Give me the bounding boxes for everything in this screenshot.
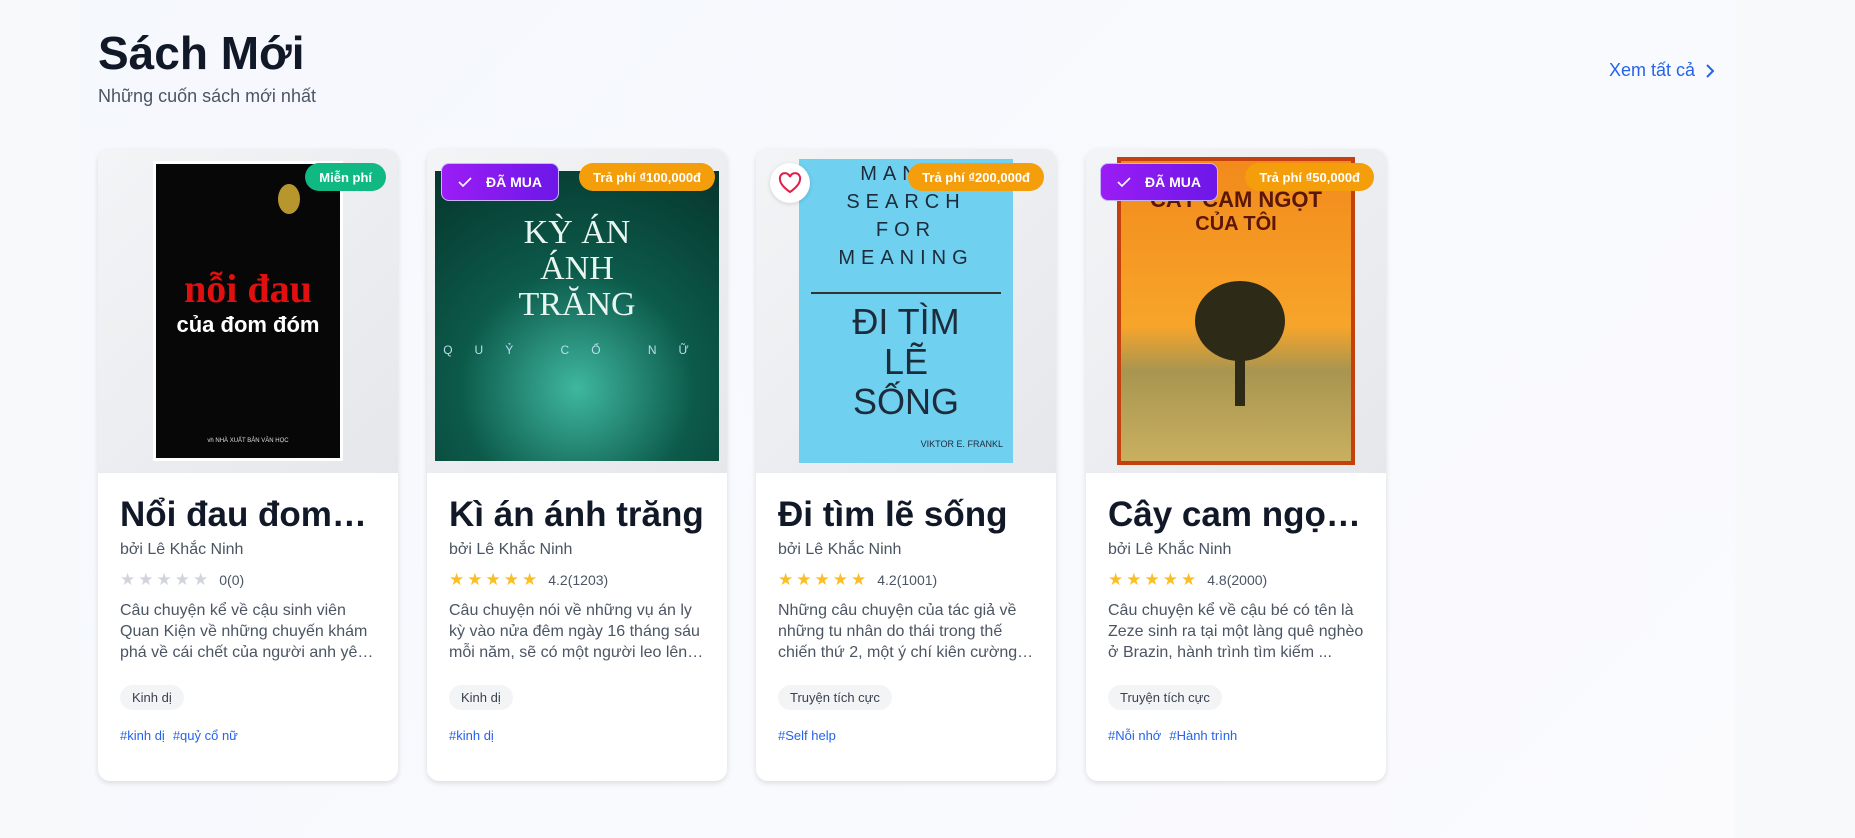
genre-chip[interactable]: Kinh dị xyxy=(120,685,184,710)
genre-chip[interactable]: Truyện tích cực xyxy=(1108,685,1222,710)
rating: ★ ★ ★ ★ ★ 0(0) xyxy=(120,571,376,588)
star-icon: ★ xyxy=(778,570,794,589)
cover-author: VIKTOR E. FRANKL xyxy=(920,439,1003,449)
check-icon xyxy=(1117,177,1131,188)
star-icon: ★ xyxy=(156,570,172,589)
book-card[interactable]: KỲ ÁN ÁNH TRĂNG QUỶ CỔ NỮ ĐÃ MUA Trả phí… xyxy=(427,149,727,781)
genre-chip[interactable]: Truyện tích cực xyxy=(778,685,892,710)
star-icon: ★ xyxy=(832,570,848,589)
book-card[interactable]: nỗi đau của đom đóm vh NHÀ XUẤT BẢN VĂN … xyxy=(98,149,398,781)
book-description: Câu chuyện nói về những vụ án ly kỳ vào … xyxy=(449,602,704,661)
star-icon: ★ xyxy=(1162,570,1178,589)
purchased-label: ĐÃ MUA xyxy=(486,174,542,190)
star-icon: ★ xyxy=(1108,570,1124,589)
book-author: bởi Lê Khắc Ninh xyxy=(120,541,244,558)
book-cover: nỗi đau của đom đóm vh NHÀ XUẤT BẢN VĂN … xyxy=(153,161,343,461)
book-title[interactable]: Cây cam ngọt… xyxy=(1108,495,1364,535)
tag-link[interactable]: #Self help xyxy=(778,728,836,743)
tag-link[interactable]: #Nỗi nhớ xyxy=(1108,728,1161,743)
purchased-badge: ĐÃ MUA xyxy=(441,163,559,201)
chevron-right-icon xyxy=(1706,63,1715,78)
cover-area: nỗi đau của đom đóm vh NHÀ XUẤT BẢN VĂN … xyxy=(98,149,398,473)
cover-area: CÂY CAM NGỌT CỦA TÔI ĐÃ MUA Trả phí ₫50,… xyxy=(1086,149,1386,473)
purchased-badge: ĐÃ MUA xyxy=(1100,163,1218,201)
cover-subtitle: QUỶ CỔ NỮ xyxy=(443,343,711,357)
book-description: Câu chuyện kể về cậu sinh viên Quan Kiện… xyxy=(120,602,374,661)
book-cover: MAN'S SEARCH FOR MEANING ĐI TÌM LẼ SỐNG … xyxy=(799,159,1013,463)
see-all-label: Xem tất cả xyxy=(1609,60,1696,80)
book-cover: KỲ ÁN ÁNH TRĂNG QUỶ CỔ NỮ xyxy=(435,171,719,461)
cover-publisher: vh NHÀ XUẤT BẢN VĂN HỌC xyxy=(207,438,289,444)
purchased-label: ĐÃ MUA xyxy=(1145,174,1201,190)
price-badge: Trả phí ₫50,000đ xyxy=(1245,163,1374,191)
star-icon: ★ xyxy=(485,570,501,589)
cover-subtitle: CỦA TÔI xyxy=(1195,212,1277,235)
star-icon: ★ xyxy=(138,570,154,589)
star-icon: ★ xyxy=(522,570,538,589)
star-icon: ★ xyxy=(467,570,483,589)
star-icon: ★ xyxy=(1144,570,1160,589)
price-badge: Trả phí ₫100,000đ xyxy=(579,163,715,191)
cover-area: KỲ ÁN ÁNH TRĂNG QUỶ CỔ NỮ ĐÃ MUA Trả phí… xyxy=(427,149,727,473)
heart-icon xyxy=(778,172,802,194)
star-icon: ★ xyxy=(503,570,519,589)
price-badge: Trả phí ₫200,000đ xyxy=(908,163,1044,191)
book-title[interactable]: Đi tìm lẽ sống xyxy=(778,495,1034,535)
see-all-link[interactable]: Xem tất cả xyxy=(1609,60,1715,81)
star-icon: ★ xyxy=(193,570,209,589)
rating-text: 4.8(2000) xyxy=(1207,571,1268,588)
book-author: bởi Lê Khắc Ninh xyxy=(778,541,902,558)
tag-link[interactable]: #kinh dị xyxy=(120,728,165,743)
star-icon: ★ xyxy=(796,570,812,589)
star-icon: ★ xyxy=(851,570,867,589)
book-author: bởi Lê Khắc Ninh xyxy=(1108,541,1232,558)
tag-link[interactable]: #Hành trình xyxy=(1169,728,1237,743)
page-subtitle: Những cuốn sách mới nhất xyxy=(98,86,316,106)
book-description: Câu chuyện kể về cậu bé có tên là Zeze s… xyxy=(1108,602,1364,661)
cover-title: KỲ ÁN ÁNH TRĂNG xyxy=(518,214,636,323)
rating-text: 0(0) xyxy=(219,571,245,588)
check-icon xyxy=(458,177,472,188)
tag-link[interactable]: #quỷ cổ nữ xyxy=(173,728,238,743)
book-title[interactable]: Kì án ánh trăng xyxy=(449,495,705,535)
book-title[interactable]: Nổi đau đom… xyxy=(120,495,376,535)
tag-link[interactable]: #kinh dị xyxy=(449,728,494,743)
rating: ★ ★ ★ ★ ★ 4.2(1203) xyxy=(449,571,705,588)
book-description: Những câu chuyện của tác giả về những tu… xyxy=(778,602,1034,661)
rating-text: 4.2(1203) xyxy=(548,571,609,588)
cover-subtitle: của đom đóm xyxy=(176,311,320,337)
price-badge: Miễn phí xyxy=(305,163,386,191)
cover-title: nỗi đau xyxy=(184,265,312,311)
book-card[interactable]: CÂY CAM NGỌT CỦA TÔI ĐÃ MUA Trả phí ₫50,… xyxy=(1086,149,1386,781)
rating: ★ ★ ★ ★ ★ 4.8(2000) xyxy=(1108,571,1364,588)
rating: ★ ★ ★ ★ ★ 4.2(1001) xyxy=(778,571,1034,588)
rating-text: 4.2(1001) xyxy=(877,571,938,588)
star-icon: ★ xyxy=(814,570,830,589)
star-icon: ★ xyxy=(120,570,136,589)
cover-subtitle: ĐI TÌM LẼ SỐNG xyxy=(852,301,960,422)
star-icon: ★ xyxy=(449,570,465,589)
star-icon: ★ xyxy=(174,570,190,589)
page-title: Sách Mới xyxy=(98,27,305,79)
book-author: bởi Lê Khắc Ninh xyxy=(449,541,573,558)
book-card[interactable]: MAN'S SEARCH FOR MEANING ĐI TÌM LẼ SỐNG … xyxy=(756,149,1056,781)
book-cover: CÂY CAM NGỌT CỦA TÔI xyxy=(1117,157,1355,465)
star-icon: ★ xyxy=(1181,570,1197,589)
favorite-button[interactable] xyxy=(770,163,810,203)
genre-chip[interactable]: Kinh dị xyxy=(449,685,513,710)
star-icon: ★ xyxy=(1126,570,1142,589)
cover-area: MAN'S SEARCH FOR MEANING ĐI TÌM LẼ SỐNG … xyxy=(756,149,1056,473)
